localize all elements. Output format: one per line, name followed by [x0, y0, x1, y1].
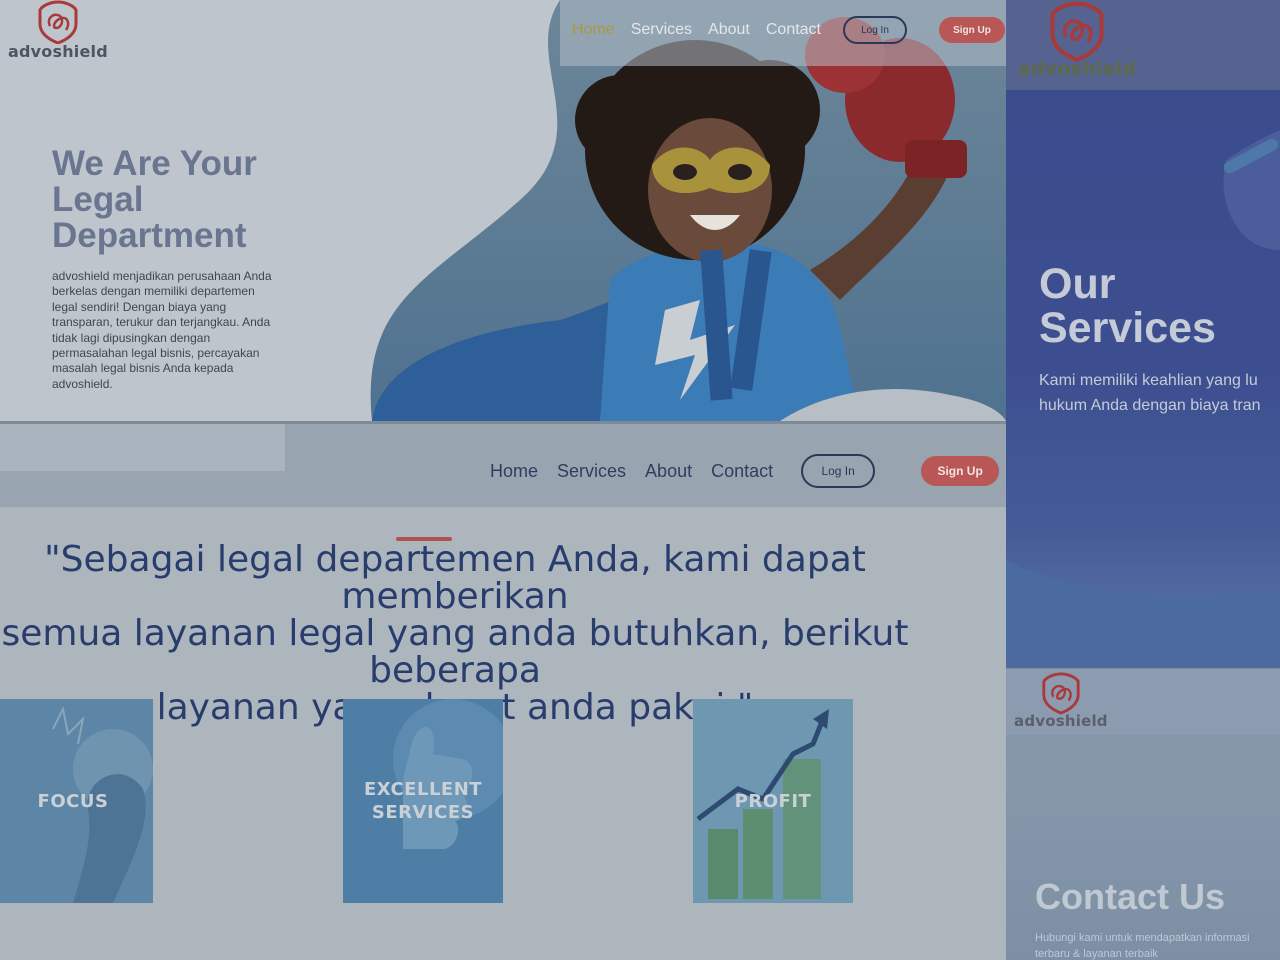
service-card-focus[interactable]: FOCUS: [0, 699, 153, 903]
nav-services[interactable]: Services: [631, 21, 692, 39]
nav-contact[interactable]: Contact: [766, 21, 821, 39]
nav-services[interactable]: Services: [557, 461, 626, 482]
nav-about[interactable]: About: [645, 461, 692, 482]
contact-title: Contact Us: [1035, 876, 1226, 917]
nav-contact[interactable]: Contact: [711, 461, 773, 482]
service-card-profit[interactable]: PROFIT: [693, 699, 853, 903]
our-services-title: Our Services: [1039, 260, 1216, 352]
services-section: Home Services About Contact Log In Sign …: [0, 424, 1006, 960]
signup-button[interactable]: Sign Up: [939, 17, 1005, 43]
service-card-label: PROFIT: [734, 790, 812, 812]
shield-logo-icon: [1042, 672, 1080, 715]
hero-description: advoshield menjadikan perusahaan Anda be…: [52, 269, 272, 391]
service-card-excellent[interactable]: EXCELLENT SERVICES: [343, 699, 503, 903]
brand-wordmark: advoshield: [8, 42, 108, 61]
login-button[interactable]: Log In: [843, 16, 907, 44]
brand-wordmark: advoshield: [1014, 712, 1108, 730]
quote-line: "Sebagai legal departemen Anda, kami dap…: [44, 539, 866, 617]
brand-wordmark: advoshield: [1018, 58, 1137, 80]
navbar-shadow-strip: [0, 424, 285, 471]
nav-home[interactable]: Home: [572, 21, 615, 39]
hero-nav: Home Services About Contact Log In Sign …: [572, 16, 1005, 44]
contact-description: Hubungi kami untuk mendapatkan informasi…: [1035, 932, 1250, 960]
hero-title: We Are Your Legal Department: [52, 144, 257, 255]
description-line: hukum Anda dengan biaya tran: [1039, 396, 1261, 414]
nav-about[interactable]: About: [708, 21, 750, 39]
services-nav: Home Services About Contact Log In Sign …: [490, 454, 1000, 488]
our-services-section: advoshield Our Services Kami memiliki ke…: [1006, 0, 1280, 668]
signup-button[interactable]: Sign Up: [921, 456, 1000, 486]
hero-section: advoshield Home Services About Contact L…: [0, 0, 1006, 421]
shield-logo-icon: [1050, 1, 1104, 62]
login-button[interactable]: Log In: [801, 454, 876, 488]
brand-logo[interactable]: advoshield: [8, 0, 108, 61]
brand-logo[interactable]: advoshield: [1014, 671, 1108, 730]
service-card-label: FOCUS: [37, 790, 109, 812]
mockup-collage: advoshield Home Services About Contact L…: [0, 0, 1280, 960]
our-services-description: Kami memiliki keahlian yang lu hukum And…: [1039, 369, 1280, 418]
quote-line: semua layanan legal yang anda butuhkan, …: [1, 613, 909, 691]
service-card-label: EXCELLENT SERVICES: [363, 779, 483, 823]
shield-logo-icon: [38, 0, 78, 44]
nav-home[interactable]: Home: [490, 461, 538, 482]
description-line: Kami memiliki keahlian yang lu: [1039, 372, 1258, 389]
brand-logo[interactable]: advoshield: [1018, 0, 1136, 80]
contact-section: advoshield Contact Us Hubungi kami untuk…: [1006, 669, 1280, 960]
